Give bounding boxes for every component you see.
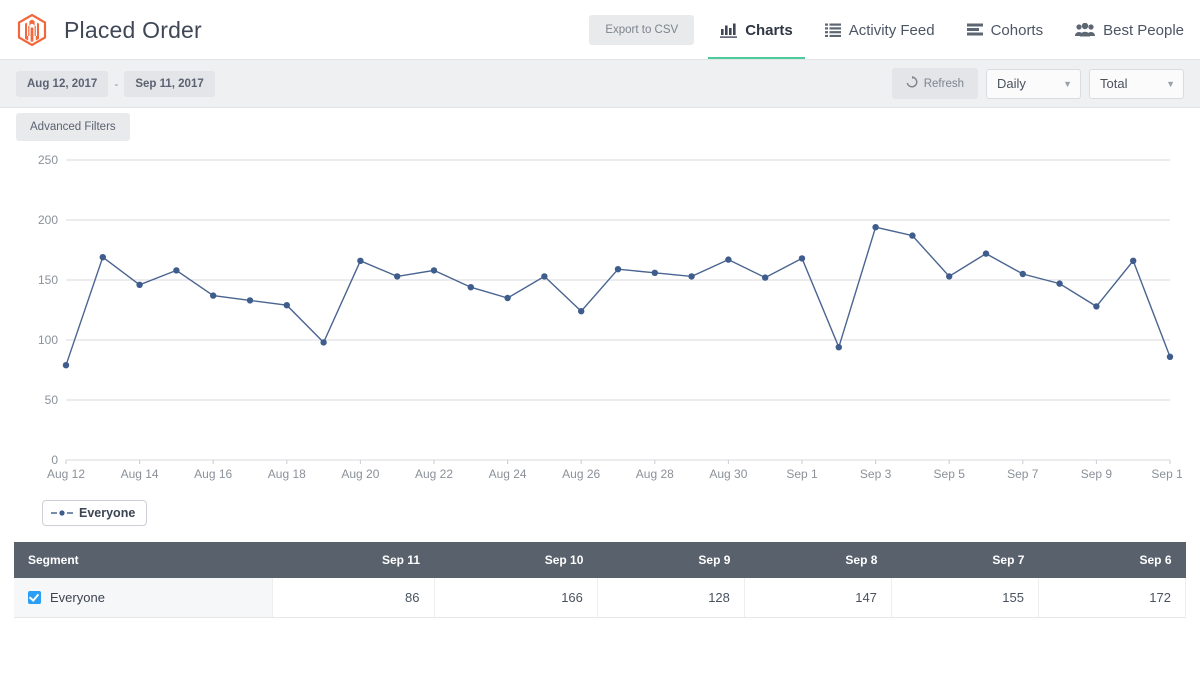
refresh-button[interactable]: Refresh [892,68,978,99]
svg-text:200: 200 [38,213,58,227]
list-icon [825,23,841,37]
svg-text:Sep 5: Sep 5 [934,467,966,481]
filter-bar: Aug 12, 2017 - Sep 11, 2017 Refresh Dail… [0,60,1200,108]
legend-item-label: Everyone [79,506,135,520]
header-divider [0,59,1200,60]
svg-text:100: 100 [38,333,58,347]
tab-cohorts-label: Cohorts [991,22,1044,39]
page-title: Placed Order [64,17,202,44]
tab-cohorts[interactable]: Cohorts [951,0,1060,60]
column-header-sep-7[interactable]: Sep 7 [891,542,1038,578]
people-icon [1075,23,1095,37]
column-header-segment[interactable]: Segment [14,542,272,578]
svg-text:Aug 12: Aug 12 [47,467,85,481]
table-header-row: Segment Sep 11 Sep 10 Sep 9 Sep 8 Sep 7 … [14,542,1186,578]
svg-text:Aug 26: Aug 26 [562,467,600,481]
svg-text:50: 50 [45,393,59,407]
date-range-start[interactable]: Aug 12, 2017 [16,71,108,97]
export-to-csv-button[interactable]: Export to CSV [589,15,694,45]
svg-text:0: 0 [51,453,58,467]
date-range-separator: - [114,77,118,91]
rows-icon [967,23,983,37]
cell-sep-9: 128 [597,578,744,618]
svg-text:Aug 24: Aug 24 [489,467,527,481]
sub-filter-row: Advanced Filters [0,108,1200,146]
svg-text:Sep 3: Sep 3 [860,467,892,481]
date-range-end[interactable]: Sep 11, 2017 [124,71,214,97]
refresh-label: Refresh [924,78,964,90]
line-marker-icon [51,506,73,520]
tab-charts-label: Charts [745,22,793,39]
column-header-sep-9[interactable]: Sep 9 [597,542,744,578]
cell-sep-6: 172 [1038,578,1185,618]
line-chart[interactable]: 0 50 100 150 200 250 Aug 12 Aug 14 Aug 16 Aug 18 A… [18,146,1182,496]
column-header-sep-11[interactable]: Sep 11 [272,542,434,578]
advanced-filters-button[interactable]: Advanced Filters [16,113,130,141]
chart-container: 0 50 100 150 200 250 Aug 12 Aug 14 Aug 16 Aug 18 A… [0,146,1200,536]
svg-text:Sep 9: Sep 9 [1081,467,1113,481]
chevron-down-icon: ▼ [1063,79,1072,89]
column-header-sep-10[interactable]: Sep 10 [434,542,597,578]
cell-sep-7: 155 [891,578,1038,618]
tab-activity-feed-label: Activity Feed [849,22,935,39]
metric-select[interactable]: Total ▼ [1089,69,1184,99]
magento-logo-icon [14,12,50,48]
chart-legend: Everyone [18,496,1182,526]
legend-item-everyone[interactable]: Everyone [42,500,147,526]
svg-text:Aug 18: Aug 18 [268,467,306,481]
cell-segment-name[interactable]: Everyone [14,578,272,618]
header-nav: Export to CSV Charts [589,0,1200,60]
column-header-sep-8[interactable]: Sep 8 [744,542,891,578]
app-header: Placed Order Export to CSV Charts [0,0,1200,60]
cell-sep-8: 147 [744,578,891,618]
column-header-sep-6[interactable]: Sep 6 [1038,542,1185,578]
svg-text:Sep 7: Sep 7 [1007,467,1039,481]
svg-text:250: 250 [38,153,58,167]
interval-select-value: Daily [997,76,1026,91]
svg-text:Aug 20: Aug 20 [341,467,379,481]
segment-table-wrap: Segment Sep 11 Sep 10 Sep 9 Sep 8 Sep 7 … [0,542,1200,618]
metric-select-value: Total [1100,76,1127,91]
svg-text:Aug 16: Aug 16 [194,467,232,481]
svg-text:Aug 22: Aug 22 [415,467,453,481]
refresh-icon [906,76,918,91]
segment-checkbox[interactable] [28,591,41,604]
interval-select[interactable]: Daily ▼ [986,69,1081,99]
cell-sep-10: 166 [434,578,597,618]
svg-text:Sep 11: Sep 11 [1151,467,1182,481]
segment-table: Segment Sep 11 Sep 10 Sep 9 Sep 8 Sep 7 … [14,542,1186,618]
chevron-down-icon: ▼ [1166,79,1175,89]
filter-bar-controls: Refresh Daily ▼ Total ▼ [892,68,1184,99]
tab-best-people[interactable]: Best People [1059,0,1200,60]
svg-text:150: 150 [38,273,58,287]
tab-activity-feed[interactable]: Activity Feed [809,0,951,60]
svg-text:Sep 1: Sep 1 [786,467,818,481]
tab-best-people-label: Best People [1103,22,1184,39]
svg-text:Aug 14: Aug 14 [121,467,159,481]
segment-label: Everyone [50,590,105,605]
svg-text:Aug 30: Aug 30 [709,467,747,481]
svg-text:Aug 28: Aug 28 [636,467,674,481]
tab-charts[interactable]: Charts [704,0,809,60]
cell-sep-11: 86 [272,578,434,618]
date-range-picker[interactable]: Aug 12, 2017 - Sep 11, 2017 [16,71,215,97]
bar-chart-icon [720,22,737,38]
table-row: Everyone 86 166 128 147 155 172 [14,578,1186,618]
